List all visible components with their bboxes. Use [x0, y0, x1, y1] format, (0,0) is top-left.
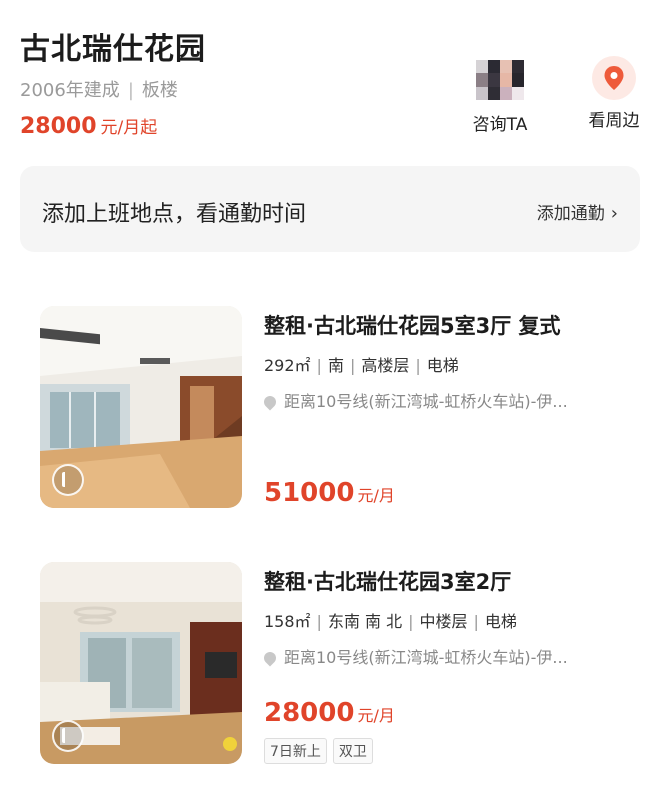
listing-area: 292㎡ — [264, 356, 311, 375]
commute-prompt: 添加上班地点，看通勤时间 — [42, 202, 307, 227]
listing-orientation: 南 — [327, 356, 344, 375]
listing-elevator: 电梯 — [426, 356, 459, 375]
listing-card[interactable]: 整租·古北瑞仕花园3室2厅 158㎡ | 东南 南 北 | 中楼层 | 电梯 距离10号线(… — [40, 562, 640, 772]
listing-photo[interactable] — [40, 306, 242, 508]
chevron-right-icon: › — [610, 203, 618, 224]
listing-location-text: 距离10号线(新江湾城-虹桥火车站)-伊... — [284, 392, 568, 411]
attr-separator: | — [415, 356, 421, 375]
listing-photo[interactable] — [40, 562, 242, 764]
consult-button[interactable]: 咨询TA — [458, 60, 542, 135]
building-type: 板楼 — [141, 80, 178, 101]
listing-attributes: 158㎡ | 东南 南 北 | 中楼层 | 电梯 — [264, 608, 644, 632]
listing-floor: 中楼层 — [419, 612, 468, 631]
map-pin-icon — [592, 56, 636, 100]
listing-location-text: 距离10号线(新江湾城-虹桥火车站)-伊... — [284, 648, 568, 667]
add-commute-link[interactable]: 添加通勤 › — [537, 199, 618, 224]
listing-attributes: 292㎡ | 南 | 高楼层 | 电梯 — [264, 352, 644, 376]
nearby-label: 看周边 — [588, 111, 640, 131]
listing-info: 整租·古北瑞仕花园5室3厅 复式 292㎡ | 南 | 高楼层 | 电梯 距离10号线(新江… — [264, 306, 644, 412]
listing-orientation: 东南 南 北 — [327, 612, 403, 631]
community-title: 古北瑞仕花园 — [20, 32, 206, 67]
community-price-value: 28000 — [20, 114, 97, 139]
location-pin-icon — [264, 393, 279, 411]
attr-separator: | — [316, 612, 322, 631]
listing-card[interactable]: 整租·古北瑞仕花园5室3厅 复式 292㎡ | 南 | 高楼层 | 电梯 距离10号线(新江… — [40, 306, 640, 516]
location-pin-icon — [264, 649, 279, 667]
community-meta: 2006年建成 | 板楼 — [20, 76, 178, 102]
listing-floor: 高楼层 — [361, 356, 410, 375]
listing-area: 158㎡ — [264, 612, 311, 631]
pixelated-avatar-icon — [476, 60, 524, 100]
listing-tag: 7日新上 — [264, 738, 327, 764]
listing-price: 28000 元/月 — [264, 698, 395, 728]
listing-info: 整租·古北瑞仕花园3室2厅 158㎡ | 东南 南 北 | 中楼层 | 电梯 距离10号线(… — [264, 562, 644, 668]
vr-tour-icon[interactable] — [52, 464, 84, 496]
attr-separator: | — [408, 612, 414, 631]
community-price-unit: 元/月起 — [100, 118, 158, 138]
attr-separator: | — [473, 612, 479, 631]
listing-price-unit: 元/月 — [357, 486, 395, 505]
listing-location: 距离10号线(新江湾城-虹桥火车站)-伊... — [264, 388, 614, 412]
listing-price-value: 28000 — [264, 698, 355, 728]
listing-title: 整租·古北瑞仕花园5室3厅 复式 — [264, 314, 561, 338]
attr-separator: | — [349, 356, 356, 375]
vr-tour-icon[interactable] — [52, 720, 84, 752]
listing-price-value: 51000 — [264, 478, 355, 508]
year-built: 2006年建成 — [20, 80, 120, 101]
listing-price-unit: 元/月 — [357, 706, 395, 725]
meta-separator: | — [127, 80, 134, 101]
listing-title: 整租·古北瑞仕花园3室2厅 — [264, 570, 512, 594]
attr-separator: | — [316, 356, 322, 375]
community-price: 28000 元/月起 — [20, 113, 157, 139]
commute-card[interactable]: 添加上班地点，看通勤时间 添加通勤 › — [20, 166, 640, 252]
listing-price: 51000 元/月 — [264, 478, 395, 508]
listing-tags: 7日新上 双卫 — [264, 738, 373, 764]
listing-tag: 双卫 — [332, 738, 373, 764]
listing-elevator: 电梯 — [484, 612, 517, 631]
nearby-button[interactable]: 看周边 — [572, 56, 656, 131]
consult-label: 咨询TA — [472, 115, 528, 135]
listing-location: 距离10号线(新江湾城-虹桥火车站)-伊... — [264, 644, 614, 668]
add-commute-label: 添加通勤 — [536, 204, 605, 224]
